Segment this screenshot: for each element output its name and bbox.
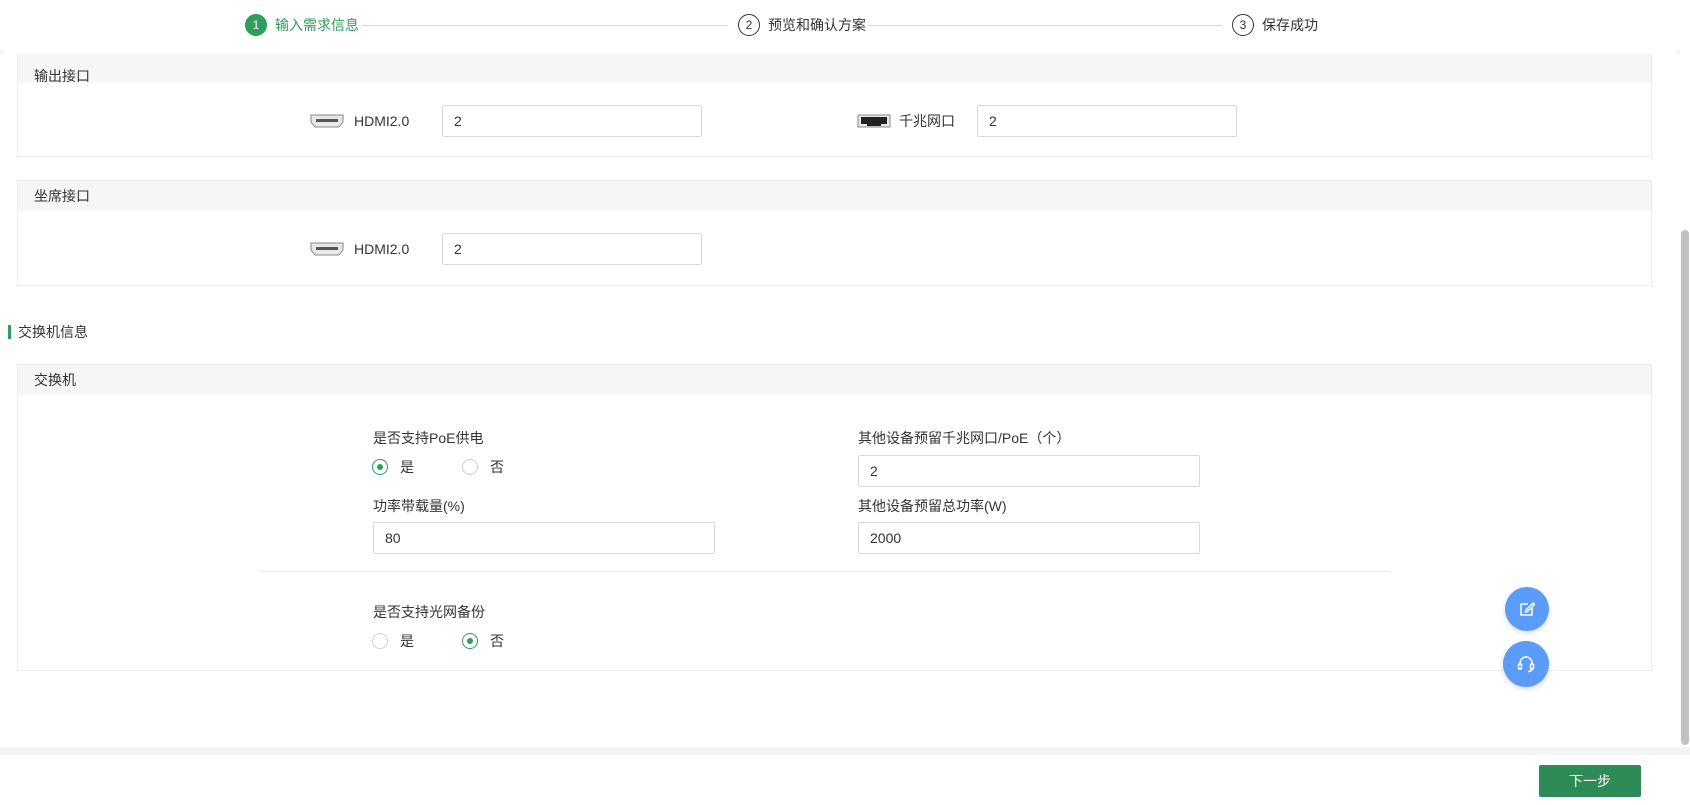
output-gigabit-value: 2: [989, 113, 997, 129]
poe-radio-no[interactable]: 否: [462, 457, 504, 477]
next-step-button[interactable]: 下一步: [1539, 765, 1641, 797]
reserved-power-input[interactable]: 2000: [858, 522, 1200, 554]
scrollbar-thumb[interactable]: [1681, 230, 1689, 745]
output-ports-card: 输出接口: [17, 54, 1652, 157]
edit-fab-button[interactable]: [1505, 587, 1549, 631]
output-gigabit-input[interactable]: 2: [977, 105, 1237, 137]
fiber-yes-label: 是: [400, 633, 414, 649]
stepper: 1 输入需求信息 2 预览和确认方案 3 保存成功: [0, 0, 1680, 54]
switch-divider: [260, 571, 1390, 572]
step-1[interactable]: 1 输入需求信息: [245, 14, 359, 36]
seat-hdmi-input[interactable]: 2: [442, 233, 702, 265]
step-3-number: 3: [1232, 14, 1254, 36]
ethernet-port-icon: [857, 114, 891, 128]
reserved-power-value: 2000: [870, 530, 902, 546]
step-connector-1: [362, 25, 728, 26]
support-fab-button[interactable]: [1503, 641, 1549, 687]
step-connector-2: [868, 25, 1222, 26]
radio-checked-icon: [372, 459, 388, 475]
step-3-label: 保存成功: [1262, 17, 1318, 33]
step-1-label: 输入需求信息: [275, 17, 359, 33]
step-2-label: 预览和确认方案: [768, 17, 866, 33]
step-3[interactable]: 3 保存成功: [1232, 14, 1318, 36]
reserved-ports-value: 2: [870, 463, 878, 479]
poe-radio-group: 是 否: [372, 457, 552, 477]
radio-unchecked-icon: [372, 633, 388, 649]
power-load-value: 80: [385, 530, 401, 546]
output-hdmi-label: HDMI2.0: [354, 113, 410, 129]
main-content: 输出接口 HDMI2.0 2 千兆网口 2 坐席接口 HDMI2.0 2 交换机…: [0, 54, 1680, 747]
seat-ports-title: 坐席接口: [34, 188, 90, 204]
output-gigabit-field: 千兆网口 2: [857, 105, 1237, 137]
switch-card-title: 交换机: [34, 372, 76, 388]
switch-card: 交换机: [17, 364, 1652, 671]
step-1-number: 1: [245, 14, 267, 36]
section-accent-bar: [8, 325, 11, 339]
radio-unchecked-icon: [462, 459, 478, 475]
output-hdmi-input[interactable]: 2: [442, 105, 702, 137]
output-gigabit-label: 千兆网口: [899, 113, 955, 129]
footer-bar: 下一步: [0, 755, 1690, 805]
output-ports-header: 输出接口: [18, 54, 1651, 83]
power-load-input[interactable]: 80: [373, 522, 715, 554]
power-load-label: 功率带载量(%): [373, 498, 465, 514]
radio-checked-icon: [462, 633, 478, 649]
fiber-radio-no[interactable]: 否: [462, 631, 504, 651]
poe-yes-label: 是: [400, 459, 414, 475]
seat-hdmi-value: 2: [454, 241, 462, 257]
reserved-power-label: 其他设备预留总功率(W): [858, 498, 1007, 514]
fiber-radio-group: 是 否: [372, 631, 552, 651]
hdmi-port-icon: [310, 242, 344, 256]
poe-radio-yes[interactable]: 是: [372, 457, 414, 477]
seat-ports-header: 坐席接口: [18, 181, 1651, 211]
step-2-number: 2: [738, 14, 760, 36]
fiber-no-label: 否: [490, 633, 504, 649]
poe-label: 是否支持PoE供电: [373, 430, 484, 446]
seat-hdmi-field: HDMI2.0 2: [310, 233, 702, 265]
switch-section-title: 交换机信息: [8, 324, 88, 340]
edit-icon: [1520, 602, 1536, 616]
seat-ports-card: 坐席接口: [17, 180, 1652, 286]
reserved-ports-input[interactable]: 2: [858, 455, 1200, 487]
switch-section-title-text: 交换机信息: [18, 324, 88, 340]
output-hdmi-field: HDMI2.0 2: [310, 105, 702, 137]
headset-icon: [1517, 656, 1535, 673]
step-2[interactable]: 2 预览和确认方案: [738, 14, 866, 36]
fiber-radio-yes[interactable]: 是: [372, 631, 414, 651]
output-ports-title: 输出接口: [34, 68, 90, 83]
fiber-backup-label: 是否支持光网备份: [373, 604, 485, 620]
seat-hdmi-label: HDMI2.0: [354, 241, 410, 257]
hdmi-port-icon: [310, 114, 344, 128]
reserved-ports-label: 其他设备预留千兆网口/PoE（个）: [858, 430, 1071, 446]
poe-no-label: 否: [490, 459, 504, 475]
switch-card-header: 交换机: [18, 365, 1651, 395]
output-hdmi-value: 2: [454, 113, 462, 129]
